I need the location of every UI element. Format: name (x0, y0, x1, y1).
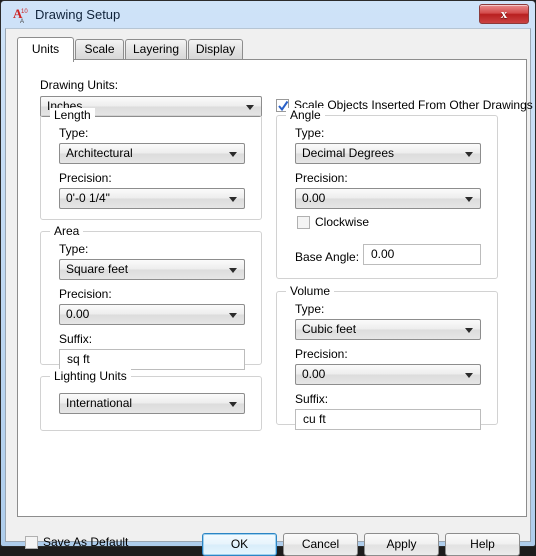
angle-precision-value: 0.00 (302, 191, 326, 205)
length-group: Length Type: Architectural Precision: 0'… (40, 108, 262, 220)
area-suffix-label: Suffix: (59, 332, 93, 346)
chevron-down-icon (246, 105, 254, 110)
units-tab-panel: Drawing Units: Inches Scale Objects Inse… (17, 59, 533, 517)
scale-objects-label: Scale Objects Inserted From Other Drawin… (294, 98, 533, 112)
lighting-units-group-title: Lighting Units (50, 369, 131, 383)
base-angle-input[interactable]: 0.00 (363, 244, 481, 265)
angle-group-title: Angle (286, 108, 325, 122)
svg-text:A: A (20, 19, 24, 24)
area-type-value: Square feet (66, 262, 129, 276)
area-suffix-value: sq ft (67, 352, 90, 366)
volume-type-value: Cubic feet (302, 322, 357, 336)
angle-precision-select[interactable]: 0.00 (295, 188, 481, 209)
checkbox-box (297, 216, 310, 229)
tab-scale[interactable]: Scale (75, 39, 124, 60)
chevron-down-icon (229, 313, 237, 318)
apply-button[interactable]: Apply (364, 533, 439, 556)
checkbox-box (25, 536, 38, 549)
save-as-default-label: Save As Default (43, 535, 129, 549)
close-button[interactable]: x (479, 4, 529, 24)
angle-group: Angle Type: Decimal Degrees Precision: 0… (276, 108, 498, 279)
chevron-down-icon (229, 152, 237, 157)
volume-suffix-label: Suffix: (295, 392, 329, 406)
drawing-units-label: Drawing Units: (40, 78, 119, 92)
volume-suffix-input[interactable]: cu ft (295, 409, 481, 430)
window-title: Drawing Setup (35, 7, 121, 22)
tab-layering[interactable]: Layering (125, 39, 187, 60)
length-precision-label: Precision: (59, 171, 112, 185)
tab-units[interactable]: Units (17, 37, 74, 62)
volume-suffix-value: cu ft (303, 412, 326, 426)
volume-type-label: Type: (295, 302, 325, 316)
help-button[interactable]: Help (445, 533, 520, 556)
volume-type-select[interactable]: Cubic feet (295, 319, 481, 340)
clockwise-label: Clockwise (315, 215, 370, 229)
length-group-title: Length (50, 108, 95, 122)
chevron-down-icon (465, 373, 473, 378)
area-type-select[interactable]: Square feet (59, 259, 245, 280)
autocad-a10-icon: A 10 A (13, 6, 31, 25)
chevron-down-icon (229, 268, 237, 273)
area-suffix-input[interactable]: sq ft (59, 349, 245, 370)
angle-type-select[interactable]: Decimal Degrees (295, 143, 481, 164)
cancel-button[interactable]: Cancel (283, 533, 358, 556)
angle-type-label: Type: (295, 126, 325, 140)
volume-precision-select[interactable]: 0.00 (295, 364, 481, 385)
area-group: Area Type: Square feet Precision: 0.00 S… (40, 224, 262, 370)
chevron-down-icon (229, 402, 237, 407)
lighting-units-group: Lighting Units International (40, 369, 262, 431)
length-type-label: Type: (59, 126, 89, 140)
length-precision-select[interactable]: 0'-0 1/4" (59, 188, 245, 209)
lighting-units-select[interactable]: International (59, 393, 245, 414)
area-precision-select[interactable]: 0.00 (59, 304, 245, 325)
dialog-body: Units Scale Layering Display Drawing Uni… (5, 28, 533, 556)
area-type-label: Type: (59, 242, 89, 256)
area-group-title: Area (50, 224, 84, 238)
chevron-down-icon (465, 328, 473, 333)
ok-button[interactable]: OK (202, 533, 277, 556)
volume-precision-label: Precision: (295, 347, 348, 361)
length-precision-value: 0'-0 1/4" (66, 191, 110, 205)
volume-precision-value: 0.00 (302, 367, 326, 381)
lighting-units-value: International (66, 396, 133, 410)
area-precision-label: Precision: (59, 287, 112, 301)
base-angle-label: Base Angle: (295, 250, 360, 264)
chevron-down-icon (465, 197, 473, 202)
chevron-down-icon (465, 152, 473, 157)
length-type-value: Architectural (66, 146, 133, 160)
volume-group: Volume Type: Cubic feet Precision: 0.00 … (276, 284, 498, 430)
chevron-down-icon (229, 197, 237, 202)
base-angle-value: 0.00 (371, 247, 395, 261)
close-icon: x (500, 6, 508, 21)
angle-precision-label: Precision: (295, 171, 348, 185)
svg-text:10: 10 (21, 9, 28, 15)
area-precision-value: 0.00 (66, 307, 90, 321)
drawing-setup-dialog: A 10 A Drawing Setup x Units Scale Layer… (0, 0, 536, 556)
angle-type-value: Decimal Degrees (302, 146, 395, 160)
title-bar[interactable]: A 10 A Drawing Setup x (1, 1, 535, 28)
tab-display[interactable]: Display (188, 39, 243, 60)
length-type-select[interactable]: Architectural (59, 143, 245, 164)
volume-group-title: Volume (286, 284, 335, 298)
